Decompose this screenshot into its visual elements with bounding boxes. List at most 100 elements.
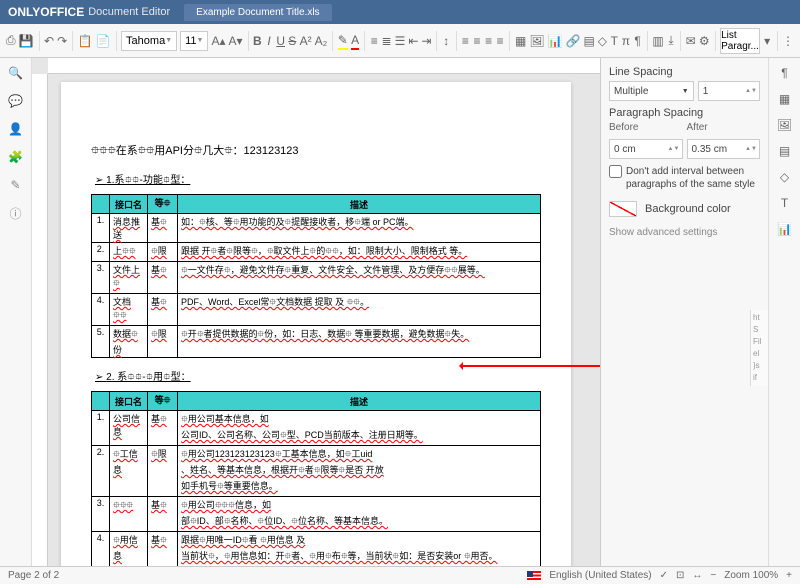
align-justify-icon[interactable]: ≡ (496, 32, 505, 50)
search-icon[interactable]: 🔍 (7, 64, 25, 82)
table-settings-icon[interactable]: ▦ (776, 90, 794, 108)
textart-icon[interactable]: T (610, 32, 619, 50)
table1: 接口名等⯐描述 1.消息推送基⯐如：⯐核、等⯐用功能的及⯐提醒接收者，移⯐端 o… (91, 194, 541, 358)
fit-page-icon[interactable]: ⊡ (676, 570, 684, 581)
underline-icon[interactable]: U (276, 32, 285, 50)
section1-title: ➢ 1.系⯐⯐-功能⯐型： (95, 171, 541, 190)
advanced-link[interactable]: Show advanced settings (609, 227, 760, 238)
para-settings-icon[interactable]: ¶ (776, 64, 794, 82)
inc-size-icon[interactable]: A▴ (211, 32, 225, 50)
document-area[interactable]: ⯐⯐⯐在系⯐⯐用API分⯐几大⯐：123123123 ➢ 1.系⯐⯐-功能⯐型：… (32, 58, 600, 566)
dec-size-icon[interactable]: A▾ (229, 32, 243, 50)
italic-icon[interactable]: I (265, 32, 274, 50)
align-left-icon[interactable]: ≡ (461, 32, 470, 50)
dropcap-icon[interactable]: ¶ (633, 32, 642, 50)
copy-icon[interactable]: 📋 (78, 32, 93, 50)
header-settings-icon[interactable]: ▤ (776, 142, 794, 160)
before-input[interactable]: 0 cm▲▼ (609, 139, 683, 159)
pagebreak-icon[interactable]: ⤓ (667, 32, 676, 50)
titlebar: ONLYOFFICE Document Editor Example Docum… (0, 0, 800, 24)
multilevel-icon[interactable]: ☰ (395, 32, 406, 50)
strike-icon[interactable]: S (288, 32, 297, 50)
table-row: 3.⯐⯐⯐基⯐⯐用公司⯐⯐⯐信息，如部⯐ID、部⯐名称、⯐位ID、⯐位名称、等基… (92, 497, 541, 532)
bold-icon[interactable]: B (253, 32, 262, 50)
shape-icon[interactable]: ◇ (598, 32, 607, 50)
fit-width-icon[interactable]: ↔ (692, 570, 702, 581)
page-indicator[interactable]: Page 2 of 2 (8, 570, 59, 581)
image-icon[interactable]: 🖼 (529, 32, 544, 50)
header-icon[interactable]: ▤ (583, 32, 594, 50)
code-strip: htSFilel}sif (750, 310, 768, 386)
no-interval-check[interactable]: Don't add interval between paragraphs of… (609, 165, 760, 191)
mailmerge-icon[interactable]: ✉ (686, 32, 696, 50)
numbering-icon[interactable]: ≣ (382, 32, 392, 50)
columns-icon[interactable]: ▥ (652, 32, 663, 50)
table-icon[interactable]: ▦ (515, 32, 526, 50)
linespacing-label: Line Spacing (609, 66, 760, 78)
bullets-icon[interactable]: ≡ (370, 32, 379, 50)
expand-styles-icon[interactable]: ▾ (763, 32, 772, 50)
linespacing-icon[interactable]: ↕ (442, 32, 451, 50)
feedback-icon[interactable]: ✎ (7, 176, 25, 194)
bgcolor-swatch[interactable] (609, 201, 637, 217)
ruler-vertical[interactable] (32, 74, 48, 566)
about-icon[interactable]: ⓘ (7, 204, 25, 222)
table-row: 2.⯐工信息⯐限⯐用公司123123123123⯐工基本信息，如⯐工uid、姓名… (92, 446, 541, 497)
zoom-out-icon[interactable]: − (710, 570, 716, 581)
ruler-horizontal[interactable] (48, 58, 600, 74)
size-select[interactable]: 11▼ (180, 31, 208, 51)
table-row: 4.⯐用信息基⯐跟据⯐用唯一ID⯐看 ⯐用信息 及当前状⯐，⯐用信息如：开⯐者、… (92, 532, 541, 567)
equation-icon[interactable]: π (622, 32, 631, 50)
app-logo: ONLYOFFICE (8, 5, 84, 19)
zoom-in-icon[interactable]: + (786, 570, 792, 581)
more-icon[interactable]: ⋮ (782, 32, 794, 50)
shape-settings-icon[interactable]: ◇ (776, 168, 794, 186)
style-select[interactable]: List Paragr... (720, 28, 760, 54)
language-indicator[interactable]: English (United States) (549, 570, 651, 581)
fontcolor-icon[interactable]: A (351, 32, 360, 50)
far-right-toolbar: ¶ ▦ 🖼 ▤ ◇ T 📊 (768, 58, 800, 566)
app-subtitle: Document Editor (88, 6, 170, 18)
doc-heading: ⯐⯐⯐在系⯐⯐用API分⯐几大⯐：123123123 (91, 142, 541, 161)
zoom-indicator[interactable]: Zoom 100% (724, 570, 778, 581)
outdent-icon[interactable]: ⇤ (408, 32, 418, 50)
table-row: 1.公司信息基⯐⯐用公司基本信息，如公司ID、公司名称、公司⯐型、PCD当前版本… (92, 411, 541, 446)
page[interactable]: ⯐⯐⯐在系⯐⯐用API分⯐几大⯐：123123123 ➢ 1.系⯐⯐-功能⯐型：… (61, 82, 571, 566)
highlight-icon[interactable]: ✎ (338, 32, 348, 50)
chart-settings-icon[interactable]: 📊 (776, 220, 794, 238)
table2: 接口名等⯐描述 1.公司信息基⯐⯐用公司基本信息，如公司ID、公司名称、公司⯐型… (91, 391, 541, 566)
settings-icon[interactable]: ⚙ (699, 32, 710, 50)
textart-settings-icon[interactable]: T (776, 194, 794, 212)
undo-icon[interactable]: ↶ (44, 32, 54, 50)
print-icon[interactable]: ⎙ (6, 32, 16, 50)
font-select[interactable]: Tahoma▼ (121, 31, 177, 51)
table-row: 3.文件上⯐基⯐⯐一文件存⯐，避免文件存⯐重复、文件安全、文件管理、及方便存⯐⯐… (92, 262, 541, 294)
after-input[interactable]: 0.35 cm▲▼ (687, 139, 761, 159)
table-row: 1.消息推送基⯐如：⯐核、等⯐用功能的及⯐提醒接收者，移⯐端 or PC端。 (92, 214, 541, 243)
table-row: 5.数据⯐份⯐限⯐开⯐者提供数据的⯐份，如：日志、数据⯐ 等重要数据，避免数据⯐… (92, 326, 541, 358)
chart-icon[interactable]: 📊 (548, 32, 563, 50)
document-tab[interactable]: Example Document Title.xls (184, 4, 331, 21)
plugins-icon[interactable]: 🧩 (7, 148, 25, 166)
flag-icon (527, 571, 541, 580)
linespacing-mode[interactable]: Multiple▼ (609, 81, 694, 101)
indent-icon[interactable]: ⇥ (421, 32, 431, 50)
comments-icon[interactable]: 💬 (7, 92, 25, 110)
bgcolor-label: Background color (645, 203, 731, 215)
paste-icon[interactable]: 📄 (96, 32, 111, 50)
annotation-arrow (461, 365, 600, 367)
align-right-icon[interactable]: ≡ (484, 32, 493, 50)
image-settings-icon[interactable]: 🖼 (776, 116, 794, 134)
sub-icon[interactable]: A₂ (315, 32, 328, 50)
spellcheck-icon[interactable]: ✓ (660, 570, 668, 581)
redo-icon[interactable]: ↷ (57, 32, 67, 50)
super-icon[interactable]: A² (300, 32, 312, 50)
section2-title: ➢ 2. 系⯐⯐-⯐用⯐型： (95, 368, 541, 387)
align-center-icon[interactable]: ≡ (473, 32, 482, 50)
chat-icon[interactable]: 👤 (7, 120, 25, 138)
link-icon[interactable]: 🔗 (566, 32, 581, 50)
linespacing-value[interactable]: 1▲▼ (698, 81, 760, 101)
save-icon[interactable]: 💾 (19, 32, 34, 50)
statusbar: Page 2 of 2 English (United States) ✓ ⊡ … (0, 566, 800, 584)
toolbar: ⎙ 💾 ↶ ↷ 📋 📄 Tahoma▼ 11▼ A▴ A▾ B I U S A²… (0, 24, 800, 58)
